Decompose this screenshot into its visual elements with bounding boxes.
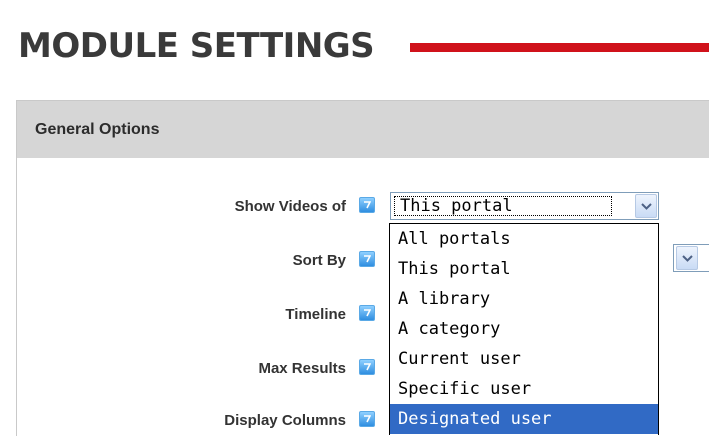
option-specific-user[interactable]: Specific user: [390, 374, 658, 404]
chevron-down-icon[interactable]: [676, 246, 698, 270]
help-icon[interactable]: [359, 305, 375, 321]
sort-by-select[interactable]: [673, 244, 709, 272]
help-icon[interactable]: [359, 251, 375, 267]
display-columns-label: Display Columns: [224, 412, 346, 429]
option-designated-user[interactable]: Designated user: [390, 404, 658, 434]
page-heading: MODULE SETTINGS: [18, 26, 709, 72]
show-videos-of-value: This portal: [394, 196, 612, 216]
option-a-category[interactable]: A category: [390, 314, 658, 344]
option-current-user[interactable]: Current user: [390, 344, 658, 374]
show-videos-of-select[interactable]: This portal: [390, 192, 659, 220]
max-results-label: Max Results: [258, 360, 346, 377]
sort-by-label: Sort By: [292, 252, 346, 269]
chevron-down-icon[interactable]: [635, 194, 657, 218]
option-a-library[interactable]: A library: [390, 284, 658, 314]
panel-header: General Options: [17, 101, 709, 158]
show-videos-of-label: Show Videos of: [234, 198, 346, 215]
timeline-label: Timeline: [285, 306, 346, 323]
help-icon[interactable]: [359, 197, 375, 213]
option-this-portal[interactable]: This portal: [390, 254, 658, 284]
help-icon[interactable]: [359, 411, 375, 427]
option-all-portals[interactable]: All portals: [390, 224, 658, 254]
show-videos-of-dropdown-list: All portals This portal A library A cate…: [389, 223, 659, 435]
help-icon[interactable]: [359, 359, 375, 375]
panel-header-label: General Options: [35, 121, 160, 138]
title-accent-bar: [410, 43, 709, 52]
page-title: MODULE SETTINGS: [18, 26, 375, 66]
row-show-videos-of: Show Videos of This portal: [17, 192, 709, 222]
